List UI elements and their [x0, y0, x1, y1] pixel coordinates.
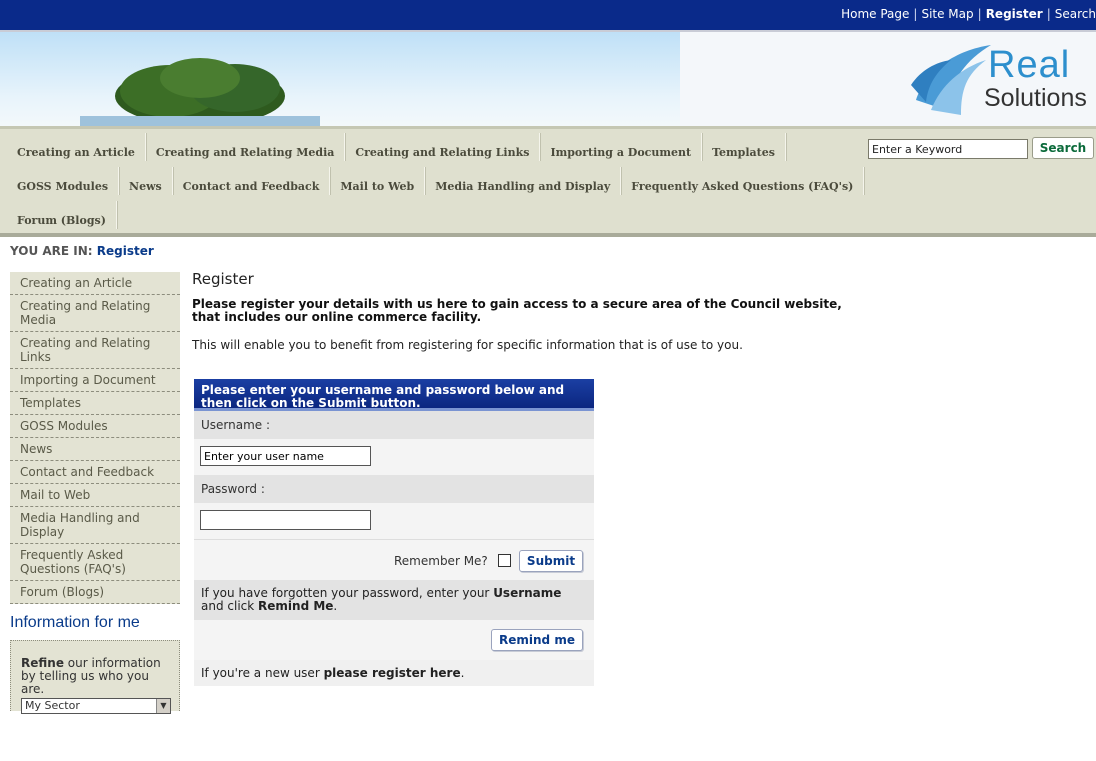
main-content: Register Please register your details wi…: [192, 270, 1052, 352]
register-link-label: Register: [985, 7, 1043, 21]
login-form-header: Please enter your username and password …: [194, 379, 594, 411]
sidebar-item-faq[interactable]: Frequently Asked Questions (FAQ's): [10, 544, 180, 581]
sidebar-item-importing-document[interactable]: Importing a Document: [10, 369, 180, 392]
search-button[interactable]: Search: [1032, 137, 1094, 159]
nav-row-1: Creating an Article Creating and Relating…: [0, 133, 786, 163]
forgot-text-1: If you have forgotten your password, ent…: [201, 586, 494, 600]
nav-faq[interactable]: Frequently Asked Questions (FAQ's): [621, 167, 865, 195]
password-label: Password :: [194, 475, 594, 503]
username-input[interactable]: [200, 446, 371, 466]
username-row: [194, 439, 594, 475]
leaf-logo-icon: [911, 45, 991, 115]
login-form: Please enter your username and password …: [194, 379, 594, 686]
intro-lead: Please register your details with us her…: [192, 297, 842, 324]
forgot-text-2: and click: [201, 599, 259, 613]
nav-forum-blogs[interactable]: Forum (Blogs): [0, 201, 117, 229]
refine-bold: Refine: [21, 656, 64, 670]
nav-importing-document[interactable]: Importing a Document: [540, 133, 703, 161]
sidebar-item-forum-blogs[interactable]: Forum (Blogs): [10, 581, 180, 604]
new-user-text: If you're a new user: [201, 666, 324, 680]
main-navigation: Creating an Article Creating and Relating…: [0, 126, 1096, 237]
nav-contact-feedback[interactable]: Contact and Feedback: [173, 167, 331, 195]
sidebar-item-contact-feedback[interactable]: Contact and Feedback: [10, 461, 180, 484]
breadcrumb-current[interactable]: Register: [97, 244, 154, 258]
sidebar-item-creating-article[interactable]: Creating an Article: [10, 272, 180, 295]
forgot-password-text: If you have forgotten your password, ent…: [194, 580, 594, 620]
separator: |: [977, 7, 982, 21]
tree-banner-image: [80, 58, 320, 126]
sidebar-item-creating-relating-links[interactable]: Creating and Relating Links: [10, 332, 180, 369]
site-map-link[interactable]: Site Map: [921, 7, 973, 21]
new-user-suffix: .: [460, 666, 465, 680]
username-label: Username :: [194, 411, 594, 439]
sidebar-item-media-handling[interactable]: Media Handling and Display: [10, 507, 180, 544]
nav-creating-relating-links[interactable]: Creating and Relating Links: [345, 133, 541, 161]
page-title: Register: [192, 270, 254, 288]
nav-templates[interactable]: Templates: [702, 133, 786, 161]
intro-info: This will enable you to benefit from reg…: [192, 338, 743, 352]
sidebar-item-goss-modules[interactable]: GOSS Modules: [10, 415, 180, 438]
nav-goss-modules[interactable]: GOSS Modules: [0, 167, 120, 195]
nav-row-3: Forum (Blogs): [0, 201, 117, 231]
sector-select[interactable]: My Sector ▼: [21, 698, 171, 714]
sidebar: Creating an Article Creating and Relatin…: [10, 272, 180, 714]
remind-row: Remind me: [194, 620, 594, 660]
forgot-text-3: .: [333, 599, 338, 613]
new-user-row: If you're a new user please register her…: [194, 660, 594, 686]
separator: |: [913, 7, 918, 21]
real-solutions-logo: Real Solutions: [906, 40, 1096, 120]
forgot-remind-bold: Remind Me: [258, 599, 334, 613]
breadcrumb-prefix: YOU ARE IN:: [10, 244, 93, 258]
logo-real-text: Real: [988, 44, 1071, 86]
header-banner: Real Solutions: [0, 32, 1096, 126]
sidebar-item-mail-to-web[interactable]: Mail to Web: [10, 484, 180, 507]
search-link[interactable]: Search: [1055, 7, 1096, 21]
chevron-down-icon[interactable]: ▼: [156, 699, 170, 713]
password-row: [194, 503, 594, 539]
register-link[interactable]: Register: [986, 7, 1043, 21]
nav-mail-to-web[interactable]: Mail to Web: [330, 167, 426, 195]
keyword-search-input[interactable]: [868, 139, 1028, 159]
separator: |: [1046, 7, 1051, 21]
refine-panel: Refine our information by telling us who…: [10, 640, 180, 714]
nav-news[interactable]: News: [119, 167, 173, 195]
utility-links: Home Page | Site Map | Register | Search: [841, 7, 1096, 21]
nav-media-handling[interactable]: Media Handling and Display: [425, 167, 622, 195]
logo-solutions-text: Solutions: [984, 84, 1087, 112]
password-input[interactable]: [200, 510, 371, 530]
breadcrumb: YOU ARE IN: Register: [10, 244, 154, 258]
remember-me-label: Remember Me?: [394, 554, 488, 568]
sidebar-item-creating-relating-media[interactable]: Creating and Relating Media: [10, 295, 180, 332]
sidebar-item-templates[interactable]: Templates: [10, 392, 180, 415]
nav-creating-relating-media[interactable]: Creating and Relating Media: [146, 133, 346, 161]
nav-row-2: GOSS Modules News Contact and Feedback Mail…: [0, 167, 865, 197]
sidebar-item-news[interactable]: News: [10, 438, 180, 461]
information-for-me-heading: Information for me: [10, 614, 140, 631]
submit-button[interactable]: Submit: [519, 550, 583, 572]
sector-select-value: My Sector: [25, 699, 80, 712]
nav-creating-article[interactable]: Creating an Article: [0, 133, 146, 161]
remember-row: Remember Me? Submit: [194, 539, 594, 580]
remember-me-checkbox[interactable]: [498, 554, 511, 567]
home-page-link[interactable]: Home Page: [841, 7, 909, 21]
remind-me-button[interactable]: Remind me: [491, 629, 583, 651]
top-bar: Home Page | Site Map | Register | Search: [0, 0, 1096, 32]
forgot-username-bold: Username: [493, 586, 562, 600]
register-here-link[interactable]: please register here: [324, 666, 461, 680]
